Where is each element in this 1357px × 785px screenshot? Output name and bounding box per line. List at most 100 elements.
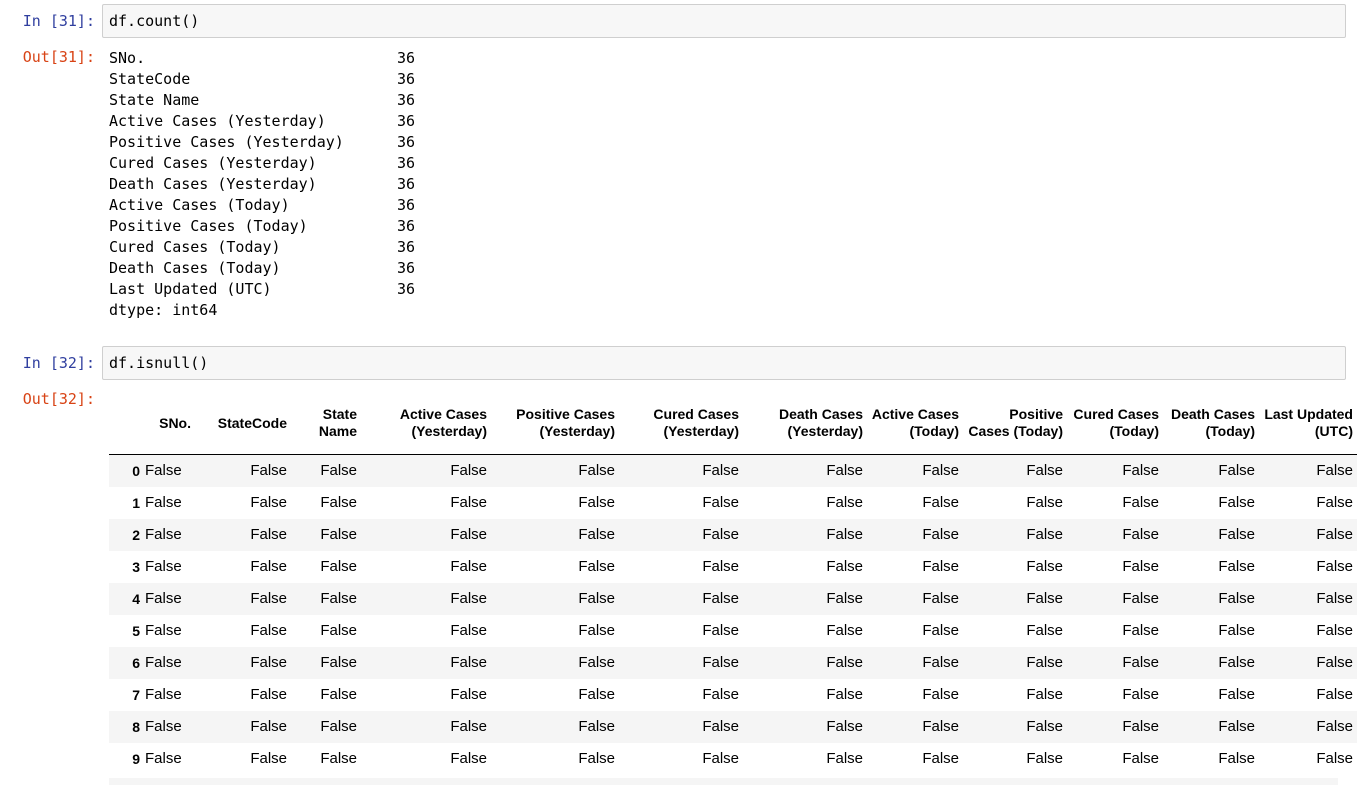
row-index: 6 — [132, 655, 140, 671]
column-header: State Name — [293, 392, 363, 455]
table-cell: False — [922, 558, 959, 575]
table-cell: False — [1026, 750, 1063, 767]
table-cell: False — [250, 622, 287, 639]
table-cell: False — [1026, 590, 1063, 607]
cell-31-out-prompt: Out[31]: — [22, 48, 95, 66]
count-row: SNo. 36 — [109, 48, 415, 69]
table-cell: False — [145, 718, 182, 735]
table-row: 9 False False False False False False False Fals… — [109, 743, 1357, 775]
cell-31-code-input[interactable]: df.count() — [102, 4, 1346, 38]
table-cell: False — [1122, 654, 1159, 671]
table-row: 0 False False False False False False False Fals… — [109, 454, 1357, 487]
column-header: Positive Cases (Yesterday) — [493, 392, 621, 455]
table-cell: False — [1026, 718, 1063, 735]
table-cell: False — [922, 718, 959, 735]
count-label: Active Cases (Yesterday) — [109, 112, 326, 130]
table-cell: False — [1122, 494, 1159, 511]
row-index: 2 — [132, 527, 140, 543]
row-index: 5 — [132, 623, 140, 639]
count-value: 36 — [397, 196, 416, 214]
table-cell: False — [1316, 750, 1353, 767]
table-cell: False — [1218, 654, 1255, 671]
table-cell: False — [826, 590, 863, 607]
row-index: 4 — [132, 591, 140, 607]
table-cell: False — [1122, 590, 1159, 607]
cell-32-code-input[interactable]: df.isnull() — [102, 346, 1346, 380]
table-cell: False — [1026, 686, 1063, 703]
table-cell: False — [145, 462, 182, 479]
table-cell: False — [320, 718, 357, 735]
table-cell: False — [450, 558, 487, 575]
cell-31-in-prompt: In [31]: — [22, 12, 95, 30]
table-cell: False — [702, 590, 739, 607]
header-row: SNo. StateCode State Name Active Cases (Yes… — [109, 392, 1357, 455]
table-cell: False — [826, 558, 863, 575]
table-row: 2 False False False False False False False Fals… — [109, 519, 1357, 551]
cell-32-in-prompt: In [32]: — [22, 354, 95, 372]
count-label: Death Cases (Yesterday) — [109, 175, 317, 193]
table-cell: False — [450, 718, 487, 735]
table-cell: False — [320, 686, 357, 703]
table-cell: False — [578, 558, 615, 575]
table-cell: False — [450, 494, 487, 511]
table-cell: False — [702, 462, 739, 479]
table-cell: False — [1218, 526, 1255, 543]
count-value: 36 — [397, 112, 416, 130]
table-cell: False — [702, 686, 739, 703]
table-cell: False — [320, 654, 357, 671]
table-cell: False — [450, 686, 487, 703]
count-value: 36 — [397, 175, 416, 193]
table-cell: False — [145, 526, 182, 543]
count-value: 36 — [397, 238, 416, 256]
table-cell: False — [1122, 718, 1159, 735]
column-header: Positive Cases (Today) — [965, 392, 1069, 455]
count-value: 36 — [397, 280, 416, 298]
table-cell: False — [320, 590, 357, 607]
table-cell: False — [826, 750, 863, 767]
table-cell: False — [826, 718, 863, 735]
row-index: 0 — [132, 463, 140, 479]
table-cell: False — [578, 590, 615, 607]
table-cell: False — [1122, 750, 1159, 767]
table-cell: False — [578, 750, 615, 767]
table-cell: False — [450, 462, 487, 479]
isnull-dataframe-table: SNo. StateCode State Name Active Cases (Yes… — [109, 392, 1357, 775]
count-row: Cured Cases (Today) 36 — [109, 237, 415, 258]
table-cell: False — [320, 558, 357, 575]
table-cell: False — [320, 494, 357, 511]
table-cell: False — [450, 526, 487, 543]
table-cell: False — [320, 622, 357, 639]
table-cell: False — [578, 718, 615, 735]
table-cell: False — [145, 654, 182, 671]
table-cell: False — [578, 462, 615, 479]
dtype-line: dtype: int64 — [109, 301, 218, 319]
table-cell: False — [250, 494, 287, 511]
table-cell: False — [1122, 622, 1159, 639]
table-cell: False — [450, 654, 487, 671]
table-cell: False — [450, 750, 487, 767]
table-cell: False — [922, 750, 959, 767]
table-cell: False — [320, 750, 357, 767]
column-header: Cured Cases (Today) — [1069, 392, 1165, 455]
count-value: 36 — [397, 91, 416, 109]
table-cell: False — [320, 462, 357, 479]
table-row: 3 False False False False False False False Fals… — [109, 551, 1357, 583]
index-header-blank — [109, 392, 143, 455]
table-cell: False — [1218, 590, 1255, 607]
table-cell: False — [450, 622, 487, 639]
table-cell: False — [922, 494, 959, 511]
table-cell: False — [1218, 462, 1255, 479]
table-cell: False — [450, 590, 487, 607]
count-label: Positive Cases (Today) — [109, 217, 308, 235]
column-header: Cured Cases (Yesterday) — [621, 392, 745, 455]
table-cell: False — [1122, 526, 1159, 543]
table-cell: False — [826, 494, 863, 511]
table-cell: False — [1316, 462, 1353, 479]
table-cell: False — [1026, 654, 1063, 671]
table-cell: False — [922, 526, 959, 543]
table-cell: False — [1218, 622, 1255, 639]
table-cell: False — [702, 622, 739, 639]
table-cell: False — [826, 622, 863, 639]
table-cell: False — [578, 526, 615, 543]
row-index: 1 — [132, 495, 140, 511]
